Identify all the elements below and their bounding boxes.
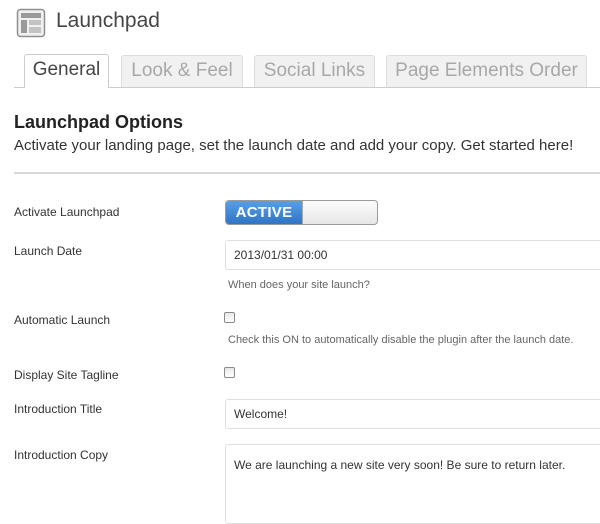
- toggle-active-text: ACTIVE: [226, 201, 302, 224]
- introduction-title-input[interactable]: [225, 399, 600, 429]
- section-divider: [14, 172, 600, 174]
- introduction-title-label: Introduction Title: [14, 402, 103, 416]
- introduction-copy-label: Introduction Copy: [14, 448, 109, 462]
- layout-icon: [16, 8, 46, 38]
- display-site-tagline-label: Display Site Tagline: [14, 368, 119, 382]
- tab-look-and-feel[interactable]: Look & Feel: [121, 55, 243, 87]
- page-title: Launchpad: [56, 9, 160, 32]
- tab-bar: General Look & Feel Social Links Page El…: [0, 52, 600, 88]
- section-description: Activate your landing page, set the laun…: [14, 137, 574, 154]
- page-header: Launchpad: [0, 0, 600, 48]
- display-site-tagline-checkbox[interactable]: [224, 367, 235, 378]
- automatic-launch-help: Check this ON to automatically disable t…: [228, 334, 574, 346]
- launch-date-label: Launch Date: [14, 244, 83, 258]
- tab-social-links[interactable]: Social Links: [254, 55, 375, 87]
- activate-launchpad-label: Activate Launchpad: [14, 205, 120, 219]
- tab-general[interactable]: General: [24, 54, 109, 88]
- section-title: Launchpad Options: [14, 112, 183, 132]
- automatic-launch-checkbox[interactable]: [224, 312, 235, 323]
- launch-date-help: When does your site launch?: [228, 279, 370, 291]
- activate-launchpad-toggle[interactable]: ACTIVE: [225, 200, 378, 225]
- introduction-copy-textarea[interactable]: We are launching a new site very soon! B…: [225, 444, 600, 524]
- tab-page-elements-order[interactable]: Page Elements Order: [386, 55, 587, 87]
- automatic-launch-label: Automatic Launch: [14, 313, 111, 327]
- toggle-knob[interactable]: [302, 201, 377, 224]
- launch-date-input[interactable]: [225, 240, 600, 270]
